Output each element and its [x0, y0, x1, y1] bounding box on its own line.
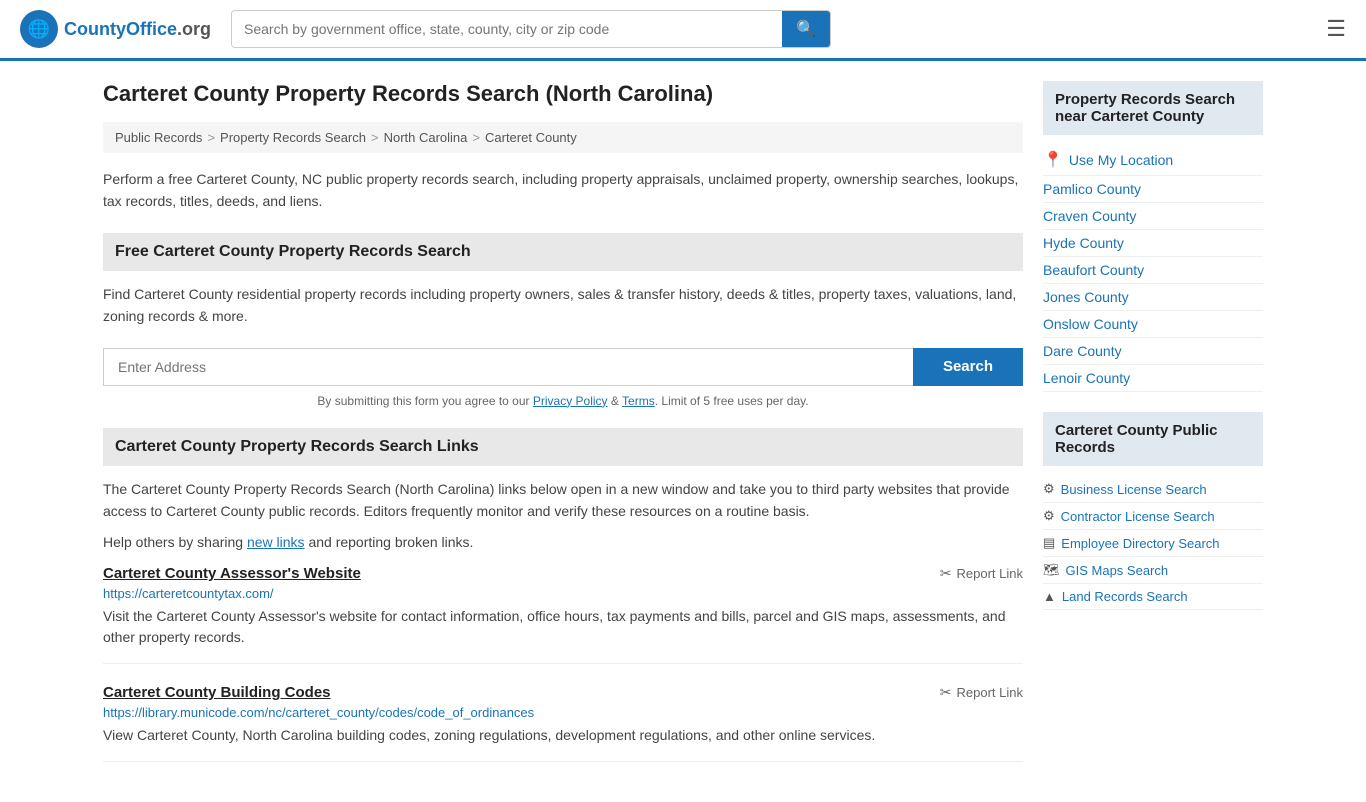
terms-link[interactable]: Terms [622, 394, 655, 408]
breadcrumb-public-records[interactable]: Public Records [115, 130, 202, 145]
county-craven[interactable]: Craven County [1043, 203, 1263, 230]
use-location-item[interactable]: 📍 Use My Location [1043, 145, 1263, 176]
link-assessor-title[interactable]: Carteret County Assessor's Website [103, 565, 361, 582]
hamburger-menu-icon[interactable]: ☰ [1326, 16, 1346, 42]
global-search-bar: 🔍 [231, 10, 831, 48]
site-header: 🌐 CountyOffice.org 🔍 ☰ [0, 0, 1366, 61]
link-building-desc: View Carteret County, North Carolina bui… [103, 725, 1023, 746]
page-description: Perform a free Carteret County, NC publi… [103, 168, 1023, 213]
link-building-url[interactable]: https://library.municode.com/nc/carteret… [103, 705, 1023, 720]
content-area: Carteret County Property Records Search … [103, 81, 1023, 782]
breadcrumb-sep-1: > [207, 130, 215, 145]
logo-icon: 🌐 [20, 10, 58, 48]
county-onslow[interactable]: Onslow County [1043, 311, 1263, 338]
free-search-section-header: Free Carteret County Property Records Se… [103, 233, 1023, 271]
county-hyde[interactable]: Hyde County [1043, 230, 1263, 257]
employee-directory-link[interactable]: Employee Directory Search [1061, 536, 1219, 551]
link-building-title[interactable]: Carteret County Building Codes [103, 684, 331, 701]
employee-directory-icon: ▤ [1043, 535, 1055, 551]
links-section-header: Carteret County Property Records Search … [103, 428, 1023, 466]
land-records-icon: ▲ [1043, 589, 1056, 604]
breadcrumb-current: Carteret County [485, 130, 577, 145]
county-pamlico[interactable]: Pamlico County [1043, 176, 1263, 203]
report-link-building[interactable]: ✂ Report Link [940, 684, 1023, 701]
address-search-form: Search [103, 348, 1023, 386]
new-links-link[interactable]: new links [247, 534, 305, 550]
record-gis-maps[interactable]: 🗺 GIS Maps Search [1043, 557, 1263, 584]
link-assessor-desc: Visit the Carteret County Assessor's web… [103, 606, 1023, 648]
record-contractor-license[interactable]: ⚙ Contractor License Search [1043, 503, 1263, 530]
link-item-building-header: Carteret County Building Codes ✂ Report … [103, 684, 1023, 701]
breadcrumb: Public Records > Property Records Search… [103, 122, 1023, 153]
public-records-section-title: Carteret County Public Records [1043, 412, 1263, 466]
form-terms-text: By submitting this form you agree to our… [103, 394, 1023, 408]
record-business-license[interactable]: ⚙ Business License Search [1043, 476, 1263, 503]
gis-maps-link[interactable]: GIS Maps Search [1066, 563, 1169, 578]
breadcrumb-sep-2: > [371, 130, 379, 145]
contractor-license-link[interactable]: Contractor License Search [1061, 509, 1215, 524]
breadcrumb-north-carolina[interactable]: North Carolina [384, 130, 468, 145]
report-icon-assessor: ✂ [940, 565, 952, 582]
gis-maps-icon: 🗺 [1043, 562, 1060, 578]
breadcrumb-sep-3: > [472, 130, 480, 145]
free-search-description: Find Carteret County residential propert… [103, 283, 1023, 328]
form-limit-text: Limit of 5 free uses per day. [661, 394, 808, 408]
form-terms-label: By submitting this form you agree to our [317, 394, 529, 408]
form-and-text: & [611, 394, 619, 408]
record-employee-directory[interactable]: ▤ Employee Directory Search [1043, 530, 1263, 557]
public-records-list: ⚙ Business License Search ⚙ Contractor L… [1043, 476, 1263, 610]
county-jones[interactable]: Jones County [1043, 284, 1263, 311]
county-lenoir[interactable]: Lenoir County [1043, 365, 1263, 392]
business-license-icon: ⚙ [1043, 481, 1055, 497]
link-item-building-codes: Carteret County Building Codes ✂ Report … [103, 684, 1023, 762]
county-beaufort[interactable]: Beaufort County [1043, 257, 1263, 284]
link-item-assessor-header: Carteret County Assessor's Website ✂ Rep… [103, 565, 1023, 582]
county-dare[interactable]: Dare County [1043, 338, 1263, 365]
global-search-input[interactable] [232, 11, 782, 47]
land-records-link[interactable]: Land Records Search [1062, 589, 1188, 604]
breadcrumb-property-records[interactable]: Property Records Search [220, 130, 366, 145]
global-search-button[interactable]: 🔍 [782, 11, 830, 47]
contractor-license-icon: ⚙ [1043, 508, 1055, 524]
record-land-records[interactable]: ▲ Land Records Search [1043, 584, 1263, 610]
privacy-policy-link[interactable]: Privacy Policy [533, 394, 608, 408]
sidebar: Property Records Search near Carteret Co… [1043, 81, 1263, 782]
links-description: The Carteret County Property Records Sea… [103, 478, 1023, 523]
nearby-counties-list: 📍 Use My Location Pamlico County Craven … [1043, 145, 1263, 392]
address-search-input[interactable] [103, 348, 913, 386]
page-title: Carteret County Property Records Search … [103, 81, 1023, 107]
main-container: Carteret County Property Records Search … [83, 61, 1283, 802]
site-logo[interactable]: 🌐 CountyOffice.org [20, 10, 211, 48]
address-search-button[interactable]: Search [913, 348, 1023, 386]
nearby-section-title: Property Records Search near Carteret Co… [1043, 81, 1263, 135]
report-icon-building: ✂ [940, 684, 952, 701]
use-location-link[interactable]: Use My Location [1069, 152, 1173, 168]
report-link-assessor[interactable]: ✂ Report Link [940, 565, 1023, 582]
business-license-link[interactable]: Business License Search [1061, 482, 1207, 497]
link-assessor-url[interactable]: https://carteretcountytax.com/ [103, 586, 1023, 601]
share-text: Help others by sharing new links and rep… [103, 534, 1023, 550]
link-item-assessor: Carteret County Assessor's Website ✂ Rep… [103, 565, 1023, 664]
logo-text: CountyOffice.org [64, 19, 211, 40]
location-icon: 📍 [1043, 150, 1063, 170]
